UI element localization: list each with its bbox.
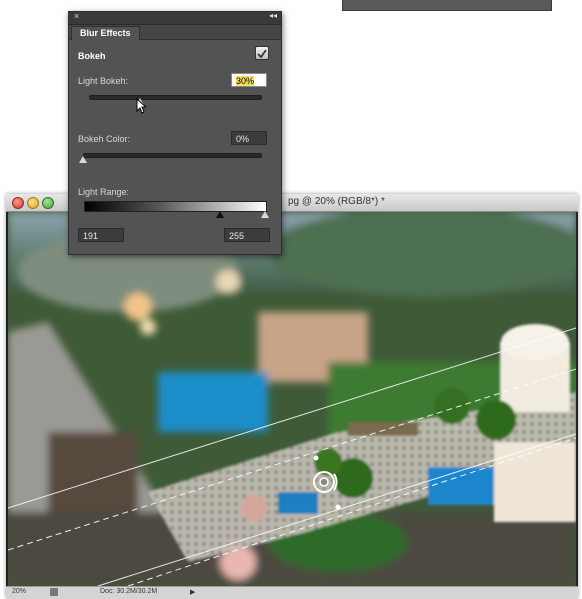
panel-collapse-icon[interactable]: ◂◂	[269, 11, 277, 20]
document-status-bar: 20% Doc: 30.2M/30.2M ▶	[6, 586, 578, 599]
panel-header[interactable]: × ◂◂	[69, 11, 281, 25]
panel-tab-row: Blur Effects	[69, 25, 281, 40]
tilt-shift-photo	[8, 212, 576, 586]
check-icon	[257, 49, 267, 59]
status-menu-arrow-icon[interactable]: ▶	[190, 588, 195, 596]
light-range-low-knob[interactable]	[215, 211, 224, 218]
bokeh-checkbox[interactable]	[255, 46, 269, 60]
document-size: Doc: 30.2M/30.2M	[100, 588, 158, 595]
bokeh-color-label: Bokeh Color:	[78, 134, 131, 144]
light-range-high-knob[interactable]	[261, 211, 269, 218]
light-range-gradient[interactable]	[84, 201, 267, 212]
light-bokeh-field[interactable]: 30%	[231, 73, 267, 87]
document-title: pg @ 20% (RGB/8*) *	[288, 196, 385, 207]
light-range-low-field[interactable]: 191	[78, 228, 124, 242]
image-canvas[interactable]	[8, 212, 576, 586]
light-range-high-field[interactable]: 255	[224, 228, 270, 242]
bokeh-section-title: Bokeh	[78, 51, 106, 61]
blur-effects-panel: × ◂◂ Blur Effects Bokeh Light Bokeh: 30%…	[68, 11, 282, 255]
tab-blur-effects[interactable]: Blur Effects	[71, 26, 140, 40]
panel-close-icon[interactable]: ×	[74, 11, 79, 21]
background-panel-edge	[342, 0, 552, 11]
bokeh-color-field[interactable]: 0%	[231, 131, 267, 145]
window-minimize-button[interactable]	[27, 197, 39, 209]
light-bokeh-slider-track[interactable]	[89, 95, 262, 100]
pointer-cursor-icon	[136, 98, 146, 114]
zoom-level[interactable]: 20%	[12, 588, 26, 595]
bokeh-color-slider-track[interactable]	[83, 153, 262, 158]
light-bokeh-label: Light Bokeh:	[78, 76, 129, 86]
window-zoom-button[interactable]	[42, 197, 54, 209]
light-range-label: Light Range:	[78, 187, 130, 197]
light-bokeh-value: 30%	[236, 76, 255, 86]
window-close-button[interactable]	[12, 197, 24, 209]
bokeh-color-slider-knob[interactable]	[79, 156, 87, 163]
info-icon[interactable]	[50, 588, 58, 596]
